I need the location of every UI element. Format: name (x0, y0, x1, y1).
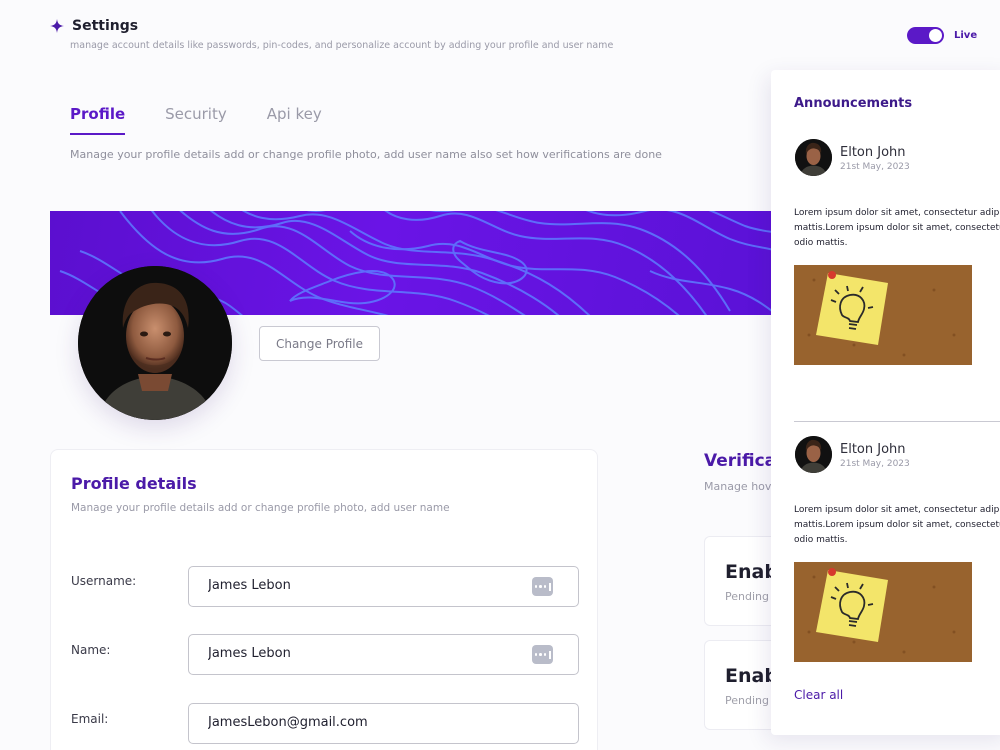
page-subtitle: manage account details like passwords, p… (70, 40, 614, 51)
post-author: Elton John (840, 442, 906, 457)
post-date: 21st May, 2023 (840, 162, 910, 172)
toggle-knob (929, 29, 942, 42)
tab-api-key[interactable]: Api key (267, 105, 322, 135)
tab-profile[interactable]: Profile (70, 105, 126, 135)
username-input[interactable] (208, 578, 508, 593)
username-field (188, 566, 579, 607)
settings-tabs: Profile Security Api key (70, 105, 322, 135)
live-toggle-group: Live (907, 27, 977, 44)
name-label: Name: (71, 643, 111, 657)
more-dots-icon[interactable] (532, 645, 553, 664)
divider (794, 421, 1000, 422)
email-field (188, 703, 579, 744)
post-image (794, 562, 972, 662)
verification-card-status: Pending (725, 590, 769, 603)
clear-all-link[interactable]: Clear all (794, 688, 843, 702)
live-toggle[interactable] (907, 27, 944, 44)
post-image (794, 265, 972, 365)
verification-description: Manage hov (704, 480, 772, 493)
email-label: Email: (71, 712, 109, 726)
profile-details-description: Manage your profile details add or chang… (71, 502, 450, 514)
post-date: 21st May, 2023 (840, 459, 910, 469)
profile-avatar (78, 266, 232, 420)
post-text-line: Lorem ipsum dolor sit amet, consectetur … (794, 208, 1000, 218)
live-label: Live (954, 30, 978, 41)
profile-details-title: Profile details (71, 474, 197, 493)
verification-card-title: Enab (725, 561, 778, 583)
username-label: Username: (71, 574, 137, 588)
post-text-line: odio mattis. (794, 535, 848, 545)
more-dots-icon[interactable] (532, 577, 553, 596)
avatar (795, 139, 832, 176)
email-input[interactable] (208, 715, 508, 730)
post-text-line: mattis.Lorem ipsum dolor sit amet, conse… (794, 223, 1000, 233)
post-text-line: mattis.Lorem ipsum dolor sit amet, conse… (794, 520, 1000, 530)
announcements-title: Announcements (794, 96, 913, 111)
post-text-line: Lorem ipsum dolor sit amet, consectetur … (794, 505, 1000, 515)
verification-title: Verifica (704, 451, 777, 471)
post-text: Lorem ipsum dolor sit amet, consectetur … (794, 503, 1000, 548)
change-profile-button[interactable]: Change Profile (259, 326, 380, 361)
post-text: Lorem ipsum dolor sit amet, consectetur … (794, 206, 1000, 251)
post-text-line: odio mattis. (794, 238, 848, 248)
avatar (795, 436, 832, 473)
announcements-panel: Announcements Elton John 21st May, 2023 … (771, 70, 1000, 735)
page-title: Settings (72, 18, 139, 34)
verification-card-title: Enab (725, 665, 778, 687)
tabs-description: Manage your profile details add or chang… (70, 148, 662, 161)
tab-security[interactable]: Security (165, 105, 227, 135)
post-author: Elton John (840, 145, 906, 160)
sparkle-icon (50, 19, 64, 33)
verification-card-status: Pending (725, 694, 769, 707)
profile-details-card: Profile details Manage your profile deta… (50, 449, 598, 750)
page-header: Settings manage account details like pas… (50, 18, 613, 51)
name-field (188, 634, 579, 675)
name-input[interactable] (208, 646, 508, 661)
